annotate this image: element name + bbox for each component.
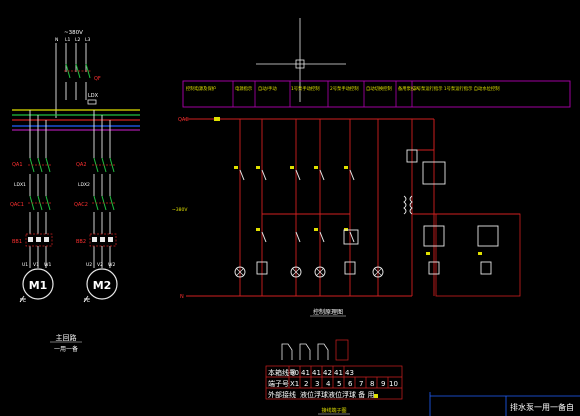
m1-term-w: W1 [44, 262, 51, 268]
title-marker [374, 394, 378, 398]
terminal-row1-v5: 41 [334, 369, 343, 377]
terminal-row2-v9: 9 [381, 380, 385, 388]
terminal-row2-v1: X1 [290, 380, 299, 388]
bb1-label: BB1 [12, 239, 22, 245]
qf-label: QF [94, 76, 101, 82]
m2-term-w: W2 [108, 262, 115, 268]
terminal-row2-v7: 7 [359, 380, 363, 388]
header-cell-run-indicators: 2号泵运行指示 1号泵运行指示 自动水位控制 [414, 85, 500, 92]
qac1-label: QAC1 [10, 202, 24, 208]
m2-term-v: V2 [97, 262, 103, 268]
bb1-element-a [28, 237, 33, 242]
ctrl-voltage-tag: ~380V [172, 207, 188, 213]
ldx1-label: LDX1 [14, 182, 26, 188]
bb2-element-c [108, 237, 113, 242]
header-cell-power: 控制电源及保护 [186, 85, 216, 92]
ldx-label: LDX [88, 93, 99, 99]
m1-term-v: V1 [33, 262, 39, 268]
bb2-element-b [100, 237, 105, 242]
main-circuit-caption: 主回路 [56, 333, 77, 342]
background [0, 0, 580, 416]
bb1-element-c [44, 237, 49, 242]
motor-1-label: M1 [29, 279, 48, 292]
ctrl-caption: 控制原理图 [313, 308, 343, 316]
header-cell-auto-switch: 自动切换控制 [366, 85, 392, 92]
qa1-label: QA1 [12, 162, 23, 168]
terminal-row1-v3: 41 [312, 369, 321, 377]
m2-term-u: U2 [86, 262, 92, 268]
terminal-row3-label: 外部接线 [268, 390, 296, 399]
motor-2-label: M2 [93, 279, 112, 292]
phase-label-l1: L1 [65, 37, 71, 43]
main-voltage-label: ~380V [64, 30, 83, 36]
terminal-row2-label: 端子号 [268, 379, 289, 388]
bb2-label: BB2 [76, 239, 86, 245]
terminal-row2-v10: 10 [389, 380, 398, 388]
qa2-label: QA2 [76, 162, 87, 168]
terminal-row3-text: 液位浮球液位浮球 备 用 [300, 390, 374, 399]
terminal-row1-v1: 30 [290, 369, 299, 377]
phase-label-l3: L3 [85, 37, 91, 43]
main-circuit-sub: 一用一备 [54, 345, 78, 353]
terminal-row2-v6: 6 [348, 380, 353, 388]
terminal-row2-v5: 5 [337, 380, 341, 388]
terminal-row1-v2: 41 [301, 369, 310, 377]
ctrl-fuse [214, 117, 220, 121]
phase-label-l2: L2 [75, 37, 81, 43]
phase-label-n: N [55, 37, 58, 43]
bb1-element-b [36, 237, 41, 242]
terminal-row1-v6: 43 [345, 369, 354, 377]
qac2-label: QAC2 [74, 202, 88, 208]
header-cell-pump1-manual: 1号泵手动控制 [291, 85, 320, 92]
terminal-row2-v3: 3 [315, 380, 319, 388]
ctrl-left-label-top: QAC [178, 117, 189, 123]
bb2-element-a [92, 237, 97, 242]
pe-1-label: PE [20, 298, 26, 304]
terminal-caption: 接线端子图 [321, 407, 346, 414]
terminal-row2-v2: 2 [304, 380, 308, 388]
terminal-row1-v4: 42 [323, 369, 332, 377]
pe-2-label: PE [84, 298, 90, 304]
terminal-row2-v8: 8 [370, 380, 374, 388]
ctrl-left-label-bottom: N [180, 294, 184, 300]
terminal-row2-v4: 4 [326, 380, 331, 388]
schematic-canvas: ~380V N L1 L2 L3 QF LDX QA1 LDX1 QAC1 BB… [0, 0, 580, 416]
ldx2-label: LDX2 [78, 182, 90, 188]
header-cell-pump2-manual: 2号泵手动控制 [330, 85, 359, 92]
header-cell-power-ind: 电源指示 [235, 85, 253, 92]
m1-term-u: U1 [22, 262, 28, 268]
header-cell-auto-manual: 自动/手动 [258, 85, 277, 92]
drawing-title: 排水泵一用一备自 [510, 402, 574, 412]
